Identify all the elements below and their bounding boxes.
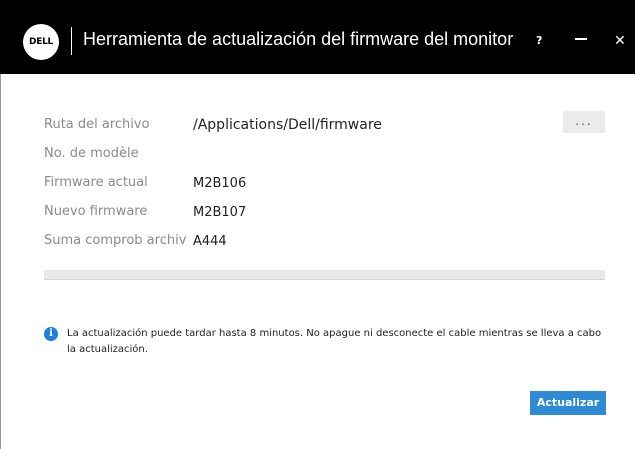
checksum-label: Suma comprob archiv (44, 233, 187, 248)
close-icon[interactable]: ✕ (614, 34, 626, 48)
update-button[interactable]: Actualizar (530, 391, 606, 415)
window-title: Herramienta de actualización del firmwar… (83, 29, 514, 49)
info-message: La actualización puede tardar hasta 8 mi… (67, 328, 602, 355)
info-icon: i (44, 327, 58, 341)
new-firmware-value: M2B107 (193, 205, 247, 220)
current-firmware-label: Firmware actual (44, 175, 148, 190)
dell-logo: DELL (23, 24, 59, 60)
help-icon[interactable]: ? (536, 34, 542, 48)
checksum-value: A444 (193, 234, 227, 249)
browse-button[interactable]: ... (563, 111, 605, 133)
update-progress-bar (44, 270, 605, 280)
new-firmware-label: Nuevo firmware (44, 204, 148, 219)
file-path-label: Ruta del archivo (44, 117, 150, 132)
dell-logo-text: DELL (29, 37, 53, 47)
firmware-update-window: DELL Herramienta de actualización del fi… (0, 0, 635, 449)
model-number-label: No. de modèle (44, 146, 139, 161)
current-firmware-value: M2B106 (193, 176, 247, 191)
window-left-border (0, 74, 1, 449)
file-path-value: /Applications/Dell/firmware (193, 117, 382, 133)
minimize-icon[interactable] (575, 38, 587, 40)
title-bar: DELL Herramienta de actualización del fi… (0, 0, 635, 74)
title-separator (71, 27, 72, 55)
